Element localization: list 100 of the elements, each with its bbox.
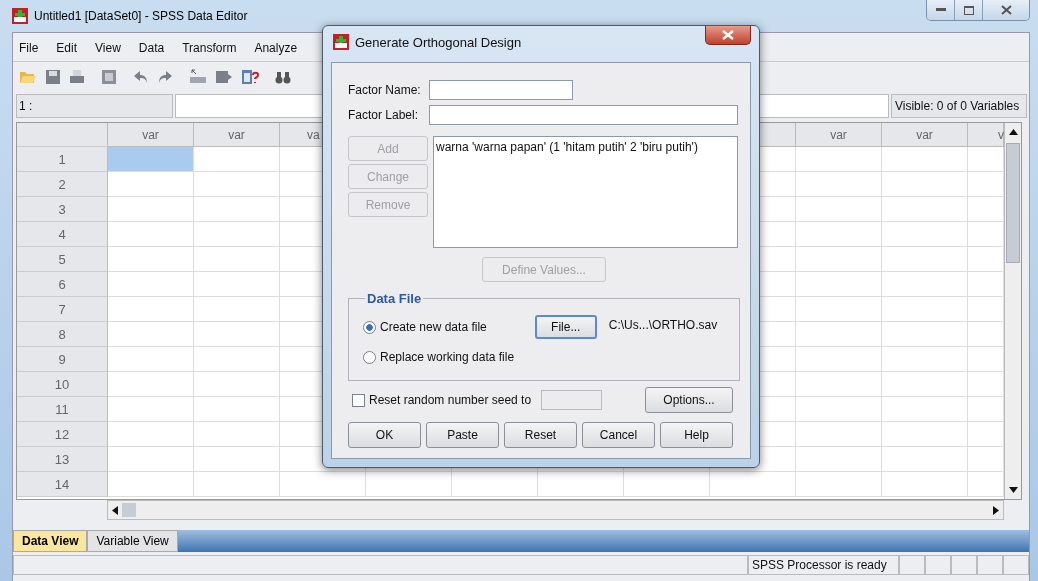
row-header[interactable]: 10 [17,372,108,397]
variables-icon[interactable] [241,69,259,85]
menu-item[interactable]: View [95,41,121,55]
close-button[interactable] [705,26,751,45]
table-cell[interactable] [194,147,280,172]
factor-list[interactable]: warna 'warna papan' (1 'hitam putih' 2 'biru putih') [433,136,738,248]
table-cell[interactable] [108,397,194,422]
table-cell[interactable] [796,147,882,172]
scroll-thumb[interactable] [122,503,136,517]
table-cell[interactable] [882,472,968,497]
menu-item[interactable]: File [19,41,39,55]
table-cell[interactable] [796,422,882,447]
menu-item[interactable]: Edit [56,41,78,55]
row-header[interactable]: 8 [17,322,108,347]
table-cell[interactable] [108,372,194,397]
table-cell[interactable] [882,147,968,172]
column-header[interactable]: var [194,123,280,147]
radio-button[interactable] [363,350,376,364]
dialog-button[interactable]: Cancel [582,422,655,448]
scroll-down-icon[interactable] [1008,487,1018,493]
table-cell[interactable] [796,297,882,322]
table-cell[interactable] [108,447,194,472]
radio-button[interactable] [363,320,376,334]
table-cell[interactable] [194,222,280,247]
table-cell[interactable] [194,272,280,297]
menu-item[interactable]: Transform [182,41,237,55]
table-cell[interactable] [194,197,280,222]
row-header[interactable]: 3 [17,197,108,222]
table-cell[interactable] [538,472,624,497]
dialog-icon[interactable] [101,69,117,85]
table-cell[interactable] [796,247,882,272]
dialog-button[interactable]: Help [660,422,733,448]
column-header[interactable]: v [968,123,1004,147]
table-cell[interactable] [882,247,968,272]
grid-corner[interactable] [17,123,108,147]
table-cell[interactable] [108,147,194,172]
table-cell[interactable] [194,472,280,497]
row-header[interactable]: 2 [17,172,108,197]
table-cell[interactable] [108,347,194,372]
table-cell[interactable] [194,397,280,422]
table-cell[interactable] [796,447,882,472]
table-cell[interactable] [108,272,194,297]
horizontal-scrollbar[interactable] [107,500,1004,520]
options-button[interactable]: Options... [645,387,733,413]
list-item[interactable]: warna 'warna papan' (1 'hitam putih' 2 'biru putih') [436,140,735,154]
checkbox[interactable] [352,393,365,407]
scroll-left-icon[interactable] [112,505,118,515]
table-cell[interactable] [796,272,882,297]
row-header[interactable]: 13 [17,447,108,472]
redo-icon[interactable] [157,70,173,84]
table-cell[interactable] [796,372,882,397]
table-cell[interactable] [882,272,968,297]
table-cell[interactable] [108,322,194,347]
minimize-button[interactable] [927,0,955,20]
file-button[interactable]: File... [534,315,597,339]
table-icon[interactable] [215,69,233,85]
table-cell[interactable] [796,172,882,197]
table-cell[interactable] [796,197,882,222]
table-cell[interactable] [194,372,280,397]
table-cell[interactable] [796,397,882,422]
row-header[interactable]: 1 [17,147,108,172]
view-tab[interactable]: Variable View [87,530,178,552]
table-cell[interactable] [108,222,194,247]
table-cell[interactable] [194,347,280,372]
scroll-right-icon[interactable] [993,505,999,515]
table-cell[interactable] [108,472,194,497]
table-cell[interactable] [710,472,796,497]
row-header[interactable]: 14 [17,472,108,497]
table-cell[interactable] [108,297,194,322]
binoculars-icon[interactable] [275,70,291,84]
table-cell[interactable] [882,297,968,322]
maximize-button[interactable] [955,0,983,20]
table-cell[interactable] [882,447,968,472]
radio-label[interactable]: Create new data file [380,320,487,334]
print-icon[interactable] [69,69,85,85]
row-header[interactable]: 7 [17,297,108,322]
dialog-button[interactable]: OK [348,422,421,448]
row-header[interactable]: 9 [17,347,108,372]
column-header[interactable]: var [882,123,968,147]
factor-label-field[interactable] [429,104,738,125]
vertical-scrollbar[interactable] [1004,123,1021,499]
table-cell[interactable] [108,197,194,222]
table-cell[interactable] [194,172,280,197]
table-cell[interactable] [194,447,280,472]
scroll-up-icon[interactable] [1008,129,1018,135]
dialog-button[interactable]: Paste [426,422,499,448]
table-cell[interactable] [796,472,882,497]
radio-label[interactable]: Replace working data file [380,350,515,364]
table-cell[interactable] [194,247,280,272]
table-cell[interactable] [108,422,194,447]
scroll-thumb[interactable] [1006,143,1020,263]
undo-icon[interactable] [133,70,149,84]
table-cell[interactable] [882,347,968,372]
table-cell[interactable] [108,172,194,197]
folder-icon[interactable] [19,69,37,85]
row-header[interactable]: 4 [17,222,108,247]
keyboard-icon[interactable] [189,69,207,85]
table-cell[interactable] [194,322,280,347]
table-cell[interactable] [796,322,882,347]
view-tab[interactable]: Data View [13,530,88,552]
